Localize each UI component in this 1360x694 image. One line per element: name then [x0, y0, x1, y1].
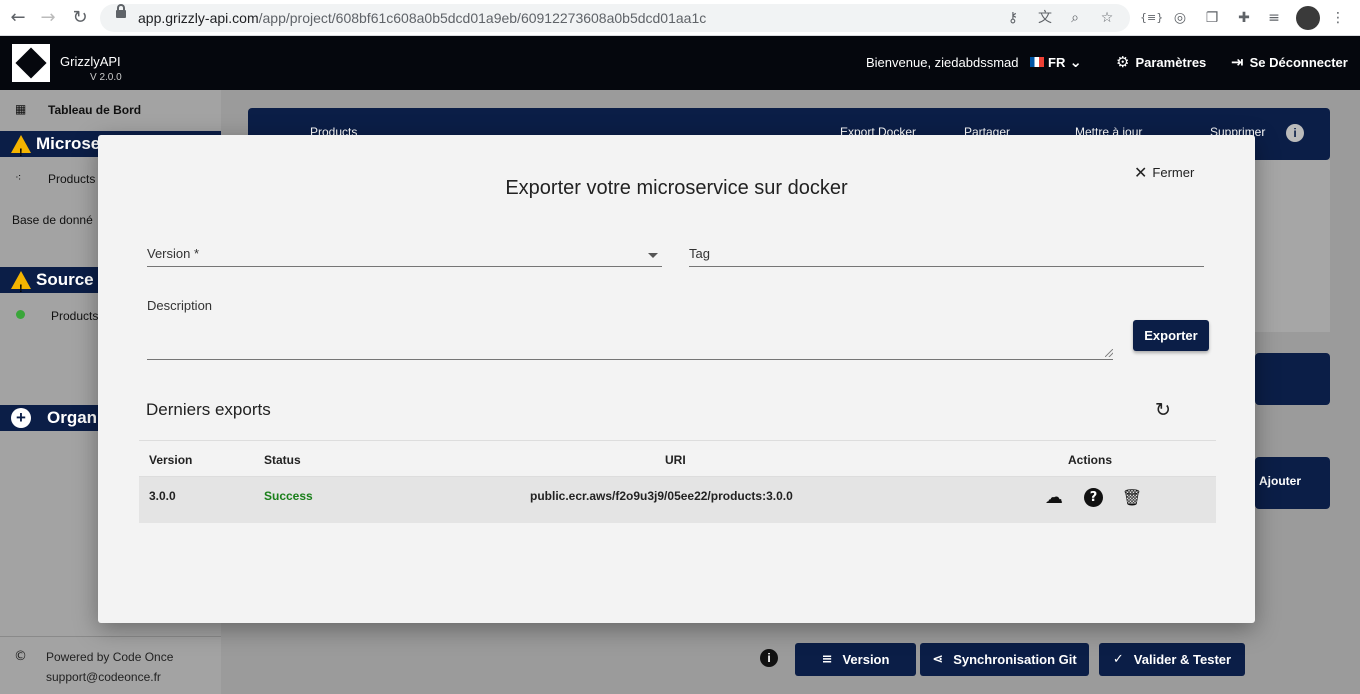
validate-button[interactable]: ✓ Valider & Tester — [1099, 643, 1245, 676]
tag-field[interactable]: Tag — [689, 245, 1204, 267]
dropdown-arrow-icon — [648, 253, 658, 258]
table-header: Version Status URI Actions — [139, 440, 1216, 477]
extension-icon[interactable]: ◎ — [1170, 8, 1190, 28]
description-textarea[interactable]: Description — [147, 297, 1113, 360]
header-status: Status — [264, 453, 301, 467]
puzzle-icon[interactable]: ✚ — [1234, 8, 1254, 28]
export-docker-modal: Exporter votre microservice sur docker ✕… — [98, 135, 1255, 623]
modal-title: Exporter votre microservice sur docker — [505, 177, 848, 199]
logout-label: Se Déconnecter — [1249, 54, 1348, 70]
export-button[interactable]: Exporter — [1133, 320, 1209, 351]
version-button[interactable]: ≡ Version — [795, 643, 916, 676]
add-label: Ajouter — [1259, 474, 1301, 488]
back-icon[interactable]: ← — [6, 6, 30, 30]
background-panel — [1255, 353, 1330, 405]
warning-icon — [11, 135, 31, 166]
translate-icon[interactable]: 文 — [1035, 8, 1055, 28]
url-path: /app/project/608bf61c608a0b5dcd01a9eb/60… — [258, 10, 707, 26]
france-flag-icon — [1030, 57, 1044, 67]
validate-label: Valider & Tester — [1133, 652, 1232, 667]
language-label: FR — [1048, 54, 1066, 70]
powered-by-text: Powered by Code Once — [46, 650, 174, 664]
close-icon: ✕ — [1134, 163, 1148, 182]
grizzly-logo[interactable] — [12, 44, 50, 82]
dashboard-label: Tableau de Bord — [48, 103, 142, 117]
info-icon[interactable]: i — [1286, 124, 1304, 142]
browser-toolbar: ← → ↻ app.grizzly-api.com/app/project/60… — [0, 0, 1360, 36]
profile-avatar[interactable] — [1296, 6, 1320, 30]
app-version: V 2.0.0 — [90, 72, 122, 83]
header-actions: Actions — [1068, 453, 1113, 467]
table-row: 3.0.0 Success public.ecr.aws/f2o9u3j9/05… — [139, 477, 1216, 523]
microservices-label: Microse — [36, 134, 101, 153]
organisation-label: Organi — [47, 408, 102, 427]
tag-field-label: Tag — [689, 246, 710, 261]
json-extension-icon[interactable]: {≡} — [1140, 8, 1163, 28]
latest-exports-title: Derniers exports — [146, 400, 271, 419]
logout-link[interactable]: ⇥ Se Déconnecter — [1231, 53, 1348, 71]
share-icon: ⋖ — [932, 652, 944, 667]
settings-link[interactable]: ⚙ Paramètres — [1116, 53, 1206, 71]
reload-icon[interactable]: ↻ — [68, 6, 92, 30]
forward-icon[interactable]: → — [36, 6, 60, 30]
source-products-label: Products — [51, 309, 99, 323]
sidebar-footer: © Powered by Code Once support@codeonce.… — [0, 636, 221, 694]
copy-extension-icon[interactable]: ❐ — [1202, 8, 1222, 28]
zoom-icon[interactable]: ⌕ — [1065, 8, 1085, 28]
welcome-text: Bienvenue, ziedabdssmad — [866, 55, 1019, 70]
help-icon[interactable]: ? — [1084, 488, 1103, 507]
version-field-label: Version * — [147, 246, 200, 261]
row-status: Success — [264, 489, 313, 503]
header-uri: URI — [665, 453, 686, 467]
warning-icon — [11, 271, 31, 302]
version-label: Version — [842, 652, 890, 667]
products-label: Products — [48, 172, 96, 186]
nodes-icon: ⁖ — [15, 171, 22, 184]
gear-icon: ⚙ — [1116, 53, 1130, 71]
description-field-label: Description — [147, 298, 213, 313]
status-dot-icon — [16, 310, 25, 319]
settings-label: Paramètres — [1135, 54, 1207, 70]
trash-icon[interactable]: 🗑 — [1121, 487, 1143, 509]
url-host: app.grizzly-api.com — [138, 10, 259, 26]
key-icon[interactable]: ⚷ — [1003, 8, 1023, 28]
resize-handle-icon[interactable] — [1105, 349, 1113, 357]
exports-table: Version Status URI Actions 3.0.0 Success… — [139, 440, 1216, 523]
close-button[interactable]: ✕ Fermer — [1134, 163, 1194, 182]
menu-dots-icon[interactable]: ⋮ — [1328, 8, 1348, 28]
dashboard-icon: ▦ — [15, 102, 27, 116]
header-version: Version — [149, 453, 193, 467]
reading-list-icon[interactable]: ≡ — [1264, 8, 1284, 28]
app-header: GrizzlyAPI V 2.0.0 Bienvenue, ziedabdssm… — [0, 36, 1360, 90]
support-email[interactable]: support@codeonce.fr — [46, 670, 161, 684]
version-select[interactable]: Version * — [147, 245, 662, 267]
upload-cloud-icon[interactable]: ☁ — [1043, 487, 1065, 509]
database-label: Base de donné — [12, 213, 93, 227]
chevron-down-icon: ⌄ — [1069, 53, 1082, 71]
row-uri: public.ecr.aws/f2o9u3j9/05ee22/products:… — [530, 489, 793, 503]
lock-icon — [116, 4, 126, 18]
plus-icon: + — [11, 408, 31, 428]
address-bar[interactable]: app.grizzly-api.com/app/project/608bf61c… — [100, 4, 1130, 32]
refresh-icon[interactable]: ↻ — [1155, 399, 1171, 421]
app-name: GrizzlyAPI — [60, 54, 121, 69]
language-selector[interactable]: FR ⌄ — [1030, 53, 1082, 71]
url-text: app.grizzly-api.com/app/project/608bf61c… — [138, 10, 706, 26]
logout-icon: ⇥ — [1231, 53, 1244, 71]
close-label: Fermer — [1152, 165, 1195, 180]
source-label: Source — [36, 270, 94, 289]
git-sync-button[interactable]: ⋖ Synchronisation Git — [920, 643, 1089, 676]
bookmark-star-icon[interactable]: ☆ — [1097, 8, 1117, 28]
copyright-icon: © — [14, 649, 27, 664]
info-icon[interactable]: i — [760, 649, 778, 667]
row-version: 3.0.0 — [149, 489, 176, 503]
git-sync-label: Synchronisation Git — [953, 652, 1077, 667]
check-icon: ✓ — [1112, 652, 1124, 667]
menu-icon: ≡ — [821, 652, 833, 667]
add-button[interactable]: Ajouter — [1255, 457, 1330, 509]
